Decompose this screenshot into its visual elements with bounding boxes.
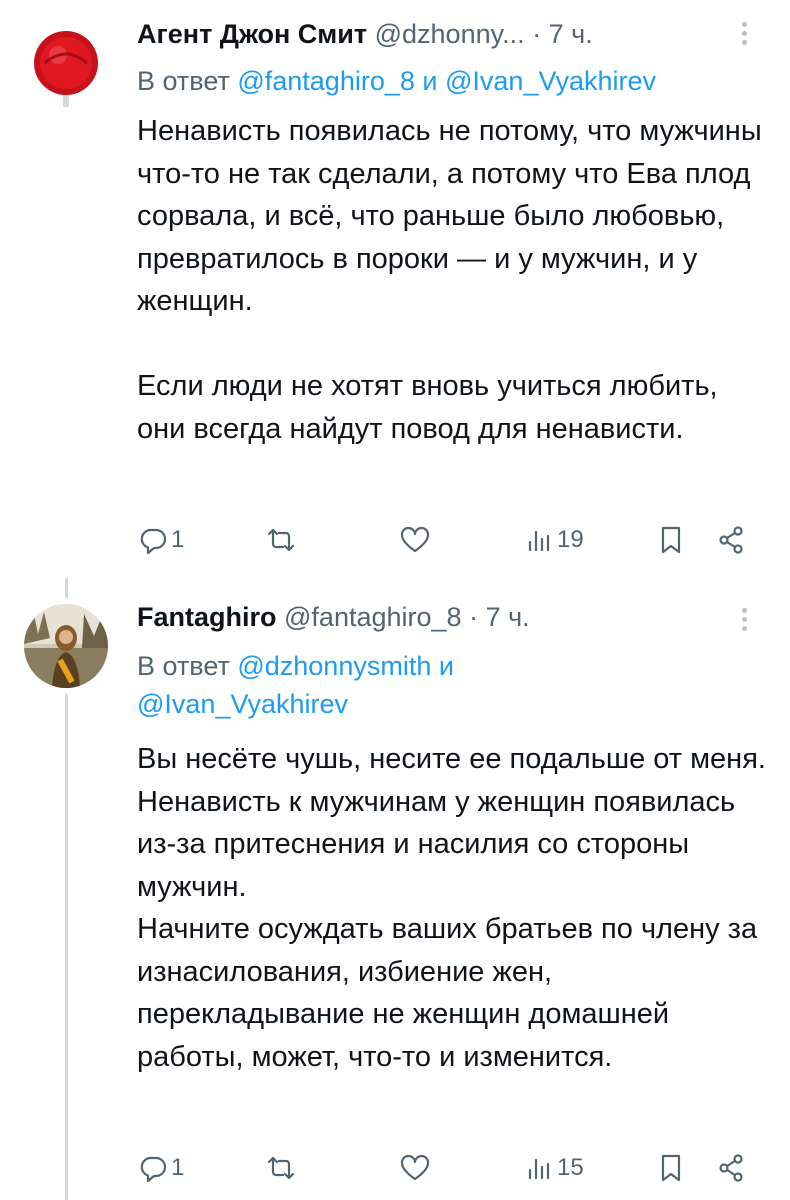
- user-handle[interactable]: @dzhonny...: [375, 19, 525, 49]
- share-button[interactable]: [715, 520, 747, 560]
- views-count: 15: [557, 1154, 584, 1181]
- tweet-time[interactable]: 7 ч.: [486, 602, 530, 632]
- tweet-actions: 1 15: [137, 1148, 767, 1188]
- bookmark-button[interactable]: [655, 520, 687, 560]
- retweet-button[interactable]: [265, 1148, 299, 1188]
- tweet-text: Вы несёте чушь, несите ее подальше от ме…: [137, 743, 766, 1073]
- mention-link[interactable]: @fantaghiro_8: [237, 66, 415, 96]
- display-name[interactable]: Агент Джон Смит: [137, 19, 367, 49]
- mention-link[interactable]: @Ivan_Vyakhirev: [445, 66, 656, 96]
- reply-count: 1: [171, 1154, 185, 1181]
- red-lollipop-avatar-icon: [25, 25, 107, 107]
- tweet[interactable]: Fantaghiro @fantaghiro_8 · 7 ч. В ответ …: [0, 590, 790, 1200]
- tweet-time[interactable]: 7 ч.: [549, 19, 593, 49]
- reply-prefix: В ответ: [137, 66, 230, 96]
- heart-icon: [400, 1154, 430, 1181]
- more-options-icon[interactable]: [738, 22, 750, 49]
- tweet-header: Агент Джон Смит @dzhonny... · 7 ч.: [137, 16, 593, 52]
- share-button[interactable]: [715, 1148, 747, 1188]
- heart-icon: [400, 526, 430, 553]
- views-count: 19: [557, 526, 584, 553]
- retweet-icon: [267, 528, 295, 552]
- separator-dot: ·: [469, 602, 479, 632]
- views-button[interactable]: 15: [523, 1148, 584, 1188]
- tweet-actions: 1 19: [137, 520, 767, 560]
- reply-and: и: [438, 651, 454, 681]
- retweet-icon: [267, 1156, 295, 1180]
- tweet[interactable]: Агент Джон Смит @dzhonny... · 7 ч. В отв…: [0, 0, 790, 570]
- reply-icon: [140, 1156, 167, 1183]
- display-name[interactable]: Fantaghiro: [137, 602, 277, 632]
- bookmark-icon: [661, 1154, 681, 1182]
- tweet-header: Fantaghiro @fantaghiro_8 · 7 ч.: [137, 599, 530, 635]
- tweet-text: Ненависть появилась не потому, что мужчи…: [137, 115, 762, 445]
- mention-link[interactable]: @dzhonnysmith: [237, 651, 431, 681]
- more-options-icon[interactable]: [738, 608, 750, 635]
- person-photo-avatar-icon: [24, 604, 108, 688]
- user-avatar[interactable]: [24, 604, 108, 688]
- reply-icon: [140, 528, 167, 555]
- bookmark-icon: [661, 526, 681, 554]
- reply-button[interactable]: 1: [137, 520, 184, 560]
- thread-connector: [65, 694, 68, 1200]
- like-button[interactable]: [399, 1148, 433, 1188]
- separator-dot: ·: [532, 19, 542, 49]
- reply-context: В ответ @dzhonnysmith и @Ivan_Vyakhirev: [137, 647, 577, 723]
- share-icon: [719, 526, 743, 554]
- bookmark-button[interactable]: [655, 1148, 687, 1188]
- reply-context: В ответ @fantaghiro_8 и @Ivan_Vyakhirev: [137, 62, 757, 100]
- user-handle[interactable]: @fantaghiro_8: [284, 602, 462, 632]
- share-icon: [719, 1154, 743, 1182]
- mention-link[interactable]: @Ivan_Vyakhirev: [137, 689, 348, 719]
- user-avatar[interactable]: [25, 25, 107, 107]
- views-button[interactable]: 19: [523, 520, 584, 560]
- reply-button[interactable]: 1: [137, 1148, 184, 1188]
- like-button[interactable]: [399, 520, 433, 560]
- reply-and: и: [422, 66, 438, 96]
- views-icon: [528, 1158, 550, 1180]
- retweet-button[interactable]: [265, 520, 299, 560]
- views-icon: [528, 530, 550, 552]
- reply-count: 1: [171, 526, 185, 553]
- reply-prefix: В ответ: [137, 651, 230, 681]
